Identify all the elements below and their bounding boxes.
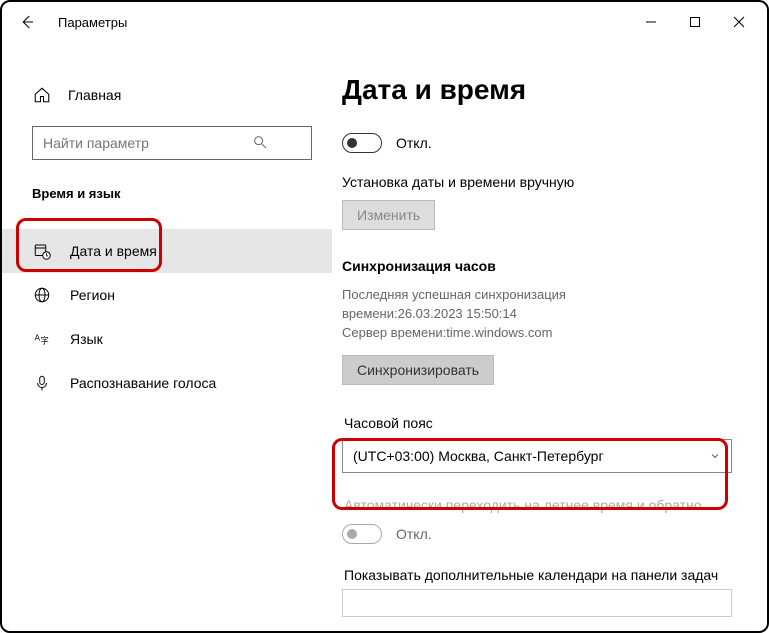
main-panel: Дата и время Откл. Установка даты и врем… <box>332 42 767 631</box>
maximize-button[interactable] <box>673 7 717 37</box>
window-title: Параметры <box>58 15 127 30</box>
sync-info: Последняя успешная синхронизация времени… <box>342 286 757 343</box>
sidebar-item-speech[interactable]: Распознавание голоса <box>2 361 332 405</box>
manual-date-label: Установка даты и времени вручную <box>342 174 757 190</box>
microphone-icon <box>32 374 52 392</box>
nav-list: Дата и время Регион A字 Язык <box>2 229 332 405</box>
extra-calendars-heading: Показывать дополнительные календари на п… <box>344 567 757 583</box>
dst-row: Откл. <box>342 523 757 545</box>
search-wrap <box>32 126 308 160</box>
titlebar: Параметры <box>2 2 767 42</box>
minimize-icon <box>645 16 657 28</box>
minimize-button[interactable] <box>629 7 673 37</box>
maximize-icon <box>689 16 701 28</box>
sync-heading: Синхронизация часов <box>342 258 757 274</box>
home-link[interactable]: Главная <box>2 76 332 114</box>
dst-state: Откл. <box>396 526 432 542</box>
arrow-left-icon <box>18 13 36 31</box>
sync-last-line1: Последняя успешная синхронизация <box>342 286 757 305</box>
sync-last-line2: времени:26.03.2023 15:50:14 <box>342 305 757 324</box>
category-heading: Время и язык <box>32 186 332 201</box>
svg-text:字: 字 <box>41 336 49 346</box>
timezone-select[interactable]: (UTC+03:00) Москва, Санкт-Петербург <box>342 439 732 473</box>
home-label: Главная <box>68 87 121 103</box>
auto-time-toggle[interactable] <box>342 133 382 153</box>
calendar-clock-icon <box>32 242 52 260</box>
change-button[interactable]: Изменить <box>342 200 435 230</box>
settings-window: Параметры Главная Время и язык <box>0 0 769 633</box>
sidebar-item-region[interactable]: Регион <box>2 273 332 317</box>
home-icon <box>32 86 52 104</box>
close-button[interactable] <box>717 7 761 37</box>
timezone-value: (UTC+03:00) Москва, Санкт-Петербург <box>353 448 604 464</box>
sidebar-item-date-time[interactable]: Дата и время <box>2 229 332 273</box>
dst-toggle <box>342 524 382 544</box>
globe-icon <box>32 286 52 304</box>
dst-label: Автоматически переходить на летнее время… <box>344 497 757 513</box>
sidebar-item-label: Язык <box>70 331 103 347</box>
sidebar: Главная Время и язык Дата и время <box>2 42 332 631</box>
sync-button[interactable]: Синхронизировать <box>342 355 494 385</box>
back-button[interactable] <box>12 7 42 37</box>
close-icon <box>733 16 745 28</box>
timezone-heading: Часовой пояс <box>344 415 757 431</box>
page-title: Дата и время <box>342 74 757 106</box>
sidebar-item-label: Регион <box>70 287 115 303</box>
auto-time-state: Откл. <box>396 135 432 151</box>
window-controls <box>629 7 761 37</box>
sync-server: Сервер времени:time.windows.com <box>342 324 757 343</box>
sidebar-item-language[interactable]: A字 Язык <box>2 317 332 361</box>
svg-text:A: A <box>35 334 41 343</box>
extra-calendars-select[interactable] <box>342 589 732 617</box>
search-input[interactable] <box>32 126 312 160</box>
chevron-down-icon <box>709 450 721 462</box>
auto-time-row: Откл. <box>342 132 757 154</box>
sidebar-item-label: Дата и время <box>70 243 157 259</box>
sidebar-item-label: Распознавание голоса <box>70 375 216 391</box>
language-icon: A字 <box>32 330 52 348</box>
content: Главная Время и язык Дата и время <box>2 42 767 631</box>
